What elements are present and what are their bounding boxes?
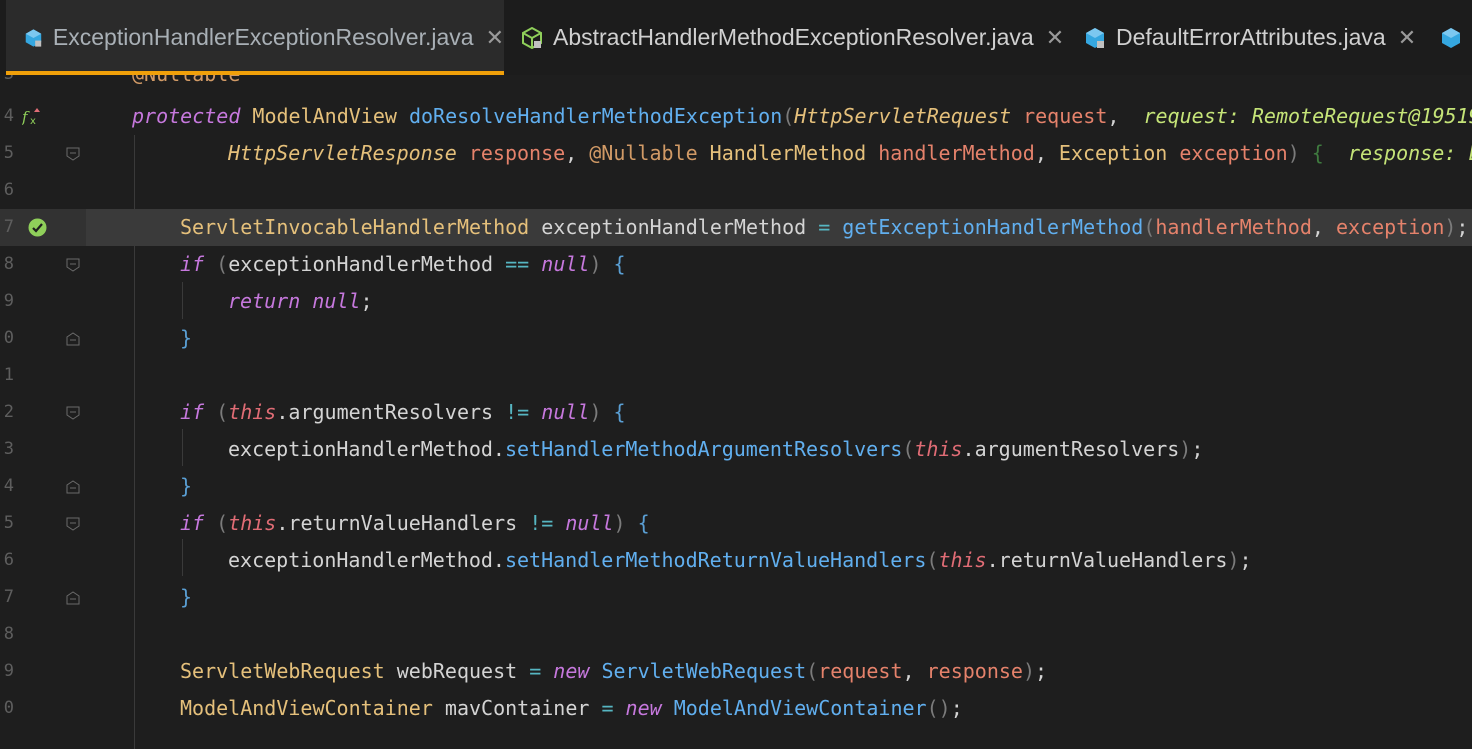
fold-icon[interactable] [66,258,80,272]
close-icon[interactable]: ✕ [1046,25,1064,51]
code-editor[interactable]: 3 @Nullable 4 f x protected ModelAndView… [0,75,1472,749]
code-line: 3 exceptionHandlerMethod.setHandlerMetho… [0,431,1472,468]
line-number: 6 [3,550,14,570]
code-line: 6 [0,172,1472,209]
code-text: exceptionHandlerMethod.setHandlerMethodA… [228,437,1204,461]
code-text: } [180,585,193,609]
code-line: 4 f x protected ModelAndView doResolveHa… [0,98,1472,135]
fold-end-icon[interactable] [66,591,80,605]
fold-end-icon[interactable] [66,332,80,346]
tab-label: DefaultErrorAttributes.java [1116,24,1386,50]
tab-overflow[interactable] [1440,0,1462,75]
code-line: 0 ModelAndViewContainer mavContainer = n… [0,690,1472,727]
current-code-line: 7 ServletInvocableHandlerMethod exceptio… [0,209,1472,246]
line-number: 9 [3,661,14,681]
code-text: return null; [228,289,373,313]
inlay-hint-request: request: RemoteRequest@19519 [1143,104,1472,128]
code-line: 9 ServletWebRequest webRequest = new Ser… [0,653,1472,690]
code-text: protected ModelAndView doResolveHandlerM… [132,98,1472,135]
code-line: 9 return null; [0,283,1472,320]
code-line: 0 } [0,320,1472,357]
svg-text:f: f [22,108,30,126]
tab-label: ExceptionHandlerExceptionResolver.java [52,24,474,50]
line-number: 3 [3,439,14,459]
close-icon[interactable]: ✕ [486,25,504,51]
code-line: 5 HttpServletResponse response, @Nullabl… [0,135,1472,172]
code-line: 7 } [0,579,1472,616]
line-number: 2 [3,402,14,422]
code-text: exceptionHandlerMethod.setHandlerMethodR… [228,548,1252,572]
code-line: 1 [0,357,1472,394]
breakpoint-check-icon[interactable] [28,218,47,237]
fold-icon[interactable] [66,517,80,531]
code-line: 4 } [0,468,1472,505]
tab-default-error-attributes[interactable]: DefaultErrorAttributes.java ✕ [1084,0,1416,75]
code-line: 3 @Nullable [0,75,1472,93]
code-text: HttpServletResponse response, @Nullable … [228,135,1472,172]
code-text: if (this.returnValueHandlers != null) { [180,511,650,535]
line-number: 1 [3,365,14,385]
code-line: 5 if (this.returnValueHandlers != null) … [0,505,1472,542]
line-number: 4 [3,106,14,126]
code-text: if (this.argumentResolvers != null) { [180,400,626,424]
fold-end-icon[interactable] [66,480,80,494]
fold-icon[interactable] [66,147,80,161]
line-number: 7 [3,217,14,237]
code-text: @Nullable [132,75,240,93]
line-number: 8 [3,254,14,274]
inlay-hint-response: response: L [1347,141,1472,165]
line-number: 0 [3,328,14,348]
line-number: 4 [3,476,14,496]
abstract-class-icon [522,26,542,49]
code-text: ModelAndViewContainer mavContainer = new… [180,696,963,720]
code-text: } [180,474,193,498]
tab-label: AbstractHandlerMethodExceptionResolver.j… [553,24,1034,50]
line-number: 6 [3,180,14,200]
code-line: 8 [0,616,1472,653]
code-text: if (exceptionHandlerMethod == null) { [180,252,626,276]
code-text: ServletInvocableHandlerMethod exceptionH… [180,215,1469,239]
code-text: } [180,326,193,350]
tab-exception-handler-exception-resolver[interactable]: ExceptionHandlerExceptionResolver.java ✕ [6,0,504,75]
code-text: ServletWebRequest webRequest = new Servl… [180,659,1048,683]
code-line: 2 if (this.argumentResolvers != null) { [0,394,1472,431]
line-number: 5 [3,513,14,533]
override-method-icon[interactable]: f x [22,106,44,126]
java-class-icon [25,28,42,47]
code-line: 6 exceptionHandlerMethod.setHandlerMetho… [0,542,1472,579]
close-icon[interactable]: ✕ [1398,25,1416,51]
java-class-icon [1086,27,1104,48]
fold-icon[interactable] [66,406,80,420]
line-number: 3 [0,75,14,93]
java-class-icon [1442,27,1460,48]
line-number: 8 [3,624,14,644]
line-number: 0 [3,698,14,718]
editor-tab-bar: ExceptionHandlerExceptionResolver.java ✕… [0,0,1472,75]
code-line: 8 if (exceptionHandlerMethod == null) { [0,246,1472,283]
line-number: 7 [3,587,14,607]
line-number: 9 [3,291,14,311]
line-number: 5 [3,143,14,163]
tab-abstract-handler-method-exception-resolver[interactable]: AbstractHandlerMethodExceptionResolver.j… [521,0,1064,75]
svg-text:x: x [30,116,36,126]
